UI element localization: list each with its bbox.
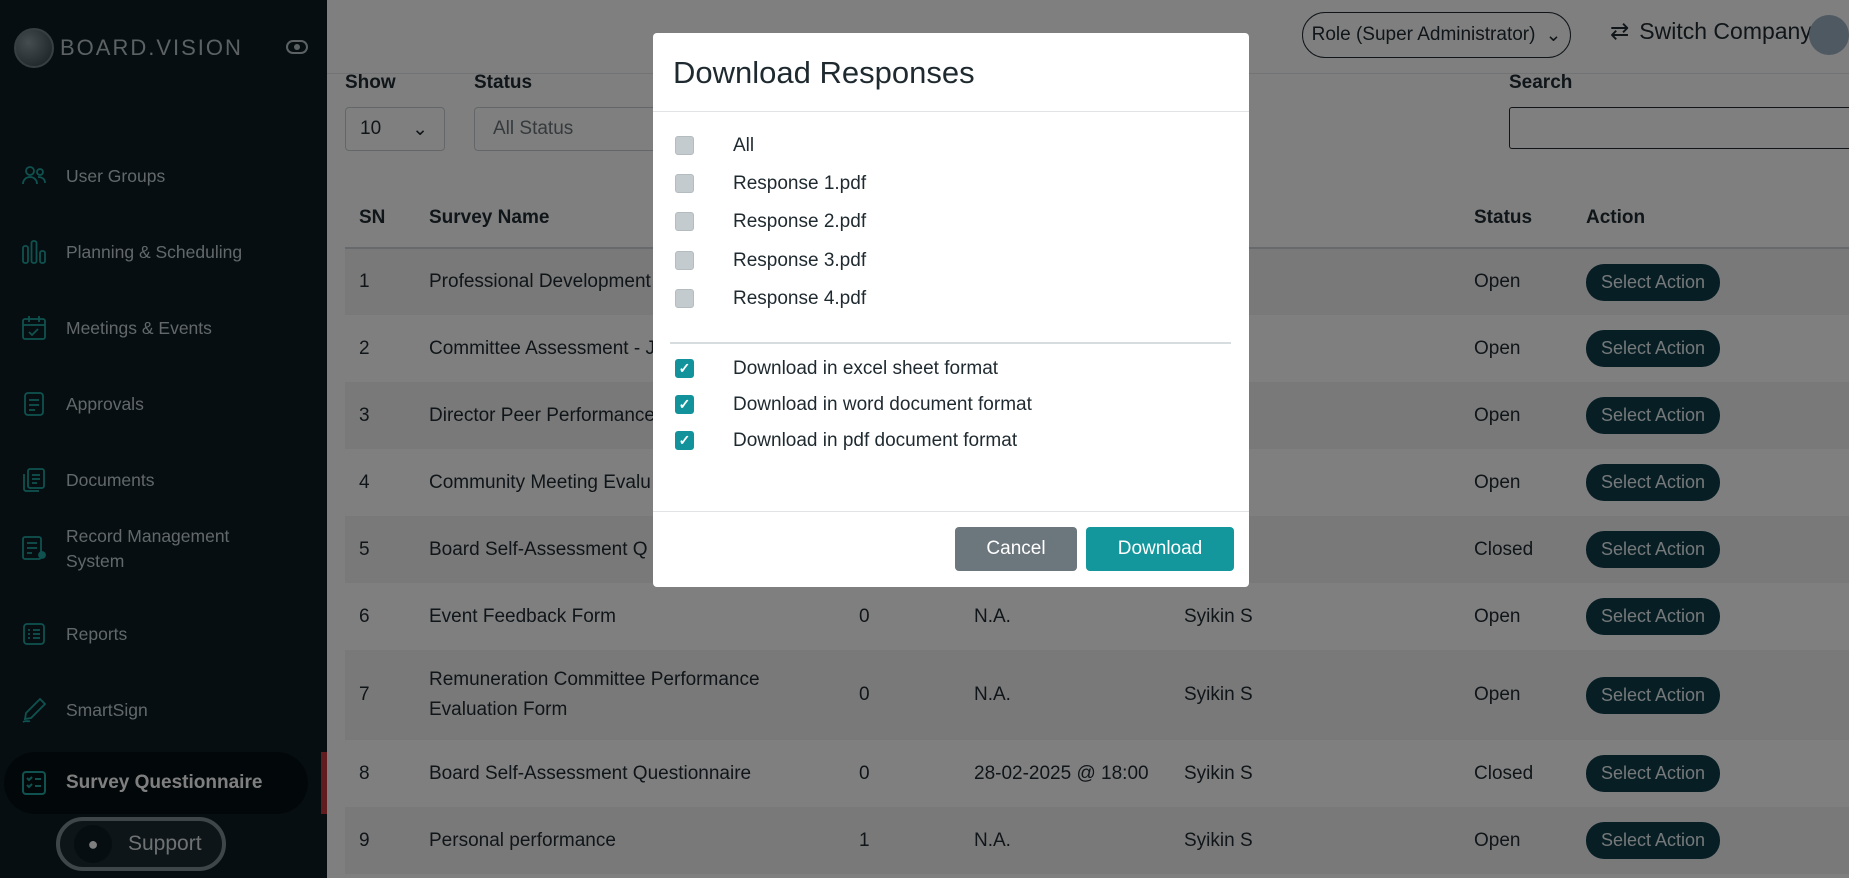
divider	[653, 111, 1249, 112]
checkbox-checked[interactable]: ✓	[675, 359, 694, 378]
checkbox[interactable]	[675, 136, 694, 155]
divider	[653, 511, 1249, 512]
file-option-response-1[interactable]: Response 1.pdf	[675, 173, 866, 194]
checkbox[interactable]	[675, 289, 694, 308]
checkbox-checked[interactable]: ✓	[675, 395, 694, 414]
checkbox[interactable]	[675, 251, 694, 270]
file-option-response-4[interactable]: Response 4.pdf	[675, 288, 866, 309]
option-label: Download in excel sheet format	[733, 357, 999, 379]
download-responses-modal: Download Responses All Response 1.pdf Re…	[653, 33, 1249, 587]
divider	[670, 342, 1231, 344]
option-label: Download in word document format	[733, 393, 1032, 415]
option-label: Response 3.pdf	[733, 249, 867, 271]
option-label: Download in pdf document format	[733, 429, 1018, 451]
option-label: Response 2.pdf	[733, 210, 867, 232]
file-option-response-3[interactable]: Response 3.pdf	[675, 250, 866, 271]
checkbox[interactable]	[675, 212, 694, 231]
file-option-response-2[interactable]: Response 2.pdf	[675, 211, 866, 232]
option-label: Response 1.pdf	[733, 172, 867, 194]
checkbox-checked[interactable]: ✓	[675, 431, 694, 450]
format-option-word[interactable]: ✓ Download in word document format	[675, 394, 1032, 415]
file-option-all[interactable]: All	[675, 135, 754, 156]
format-option-pdf[interactable]: ✓ Download in pdf document format	[675, 430, 1017, 451]
checkbox[interactable]	[675, 174, 694, 193]
format-option-excel[interactable]: ✓ Download in excel sheet format	[675, 358, 998, 379]
option-label: Response 4.pdf	[733, 287, 867, 309]
download-button[interactable]: Download	[1086, 527, 1234, 571]
cancel-button[interactable]: Cancel	[955, 527, 1077, 571]
option-label: All	[733, 134, 755, 156]
modal-title: Download Responses	[673, 55, 975, 90]
